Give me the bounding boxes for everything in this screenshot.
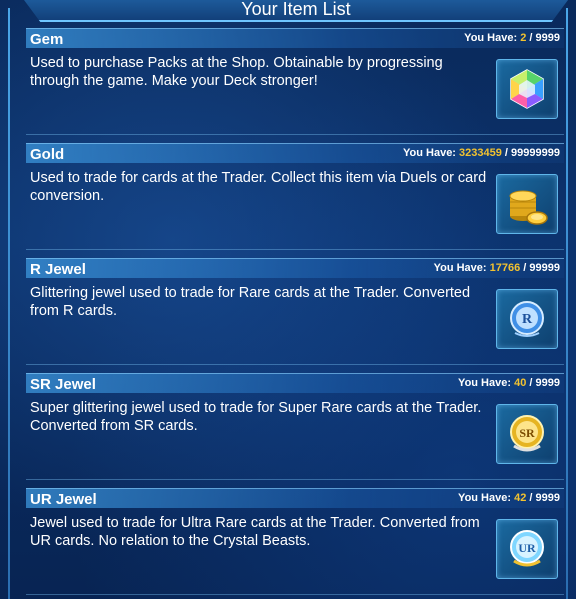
item-list: Gem You Have: 2 / 9999 Used to purchase …	[26, 24, 566, 599]
item-ur-jewel[interactable]: UR Jewel You Have: 42 / 9999 Jewel used …	[26, 484, 566, 599]
divider	[26, 364, 564, 365]
you-have-label: You Have:	[458, 377, 512, 389]
item-description: Used to trade for cards at the Trader. C…	[30, 170, 487, 204]
page-title: Your Item List	[24, 0, 568, 22]
current-count: 42	[514, 492, 527, 504]
frame-right-border	[566, 8, 568, 599]
you-have-label: You Have:	[433, 262, 487, 274]
item-description: Super glittering jewel used to trade for…	[30, 400, 482, 434]
current-count: 2	[520, 32, 527, 44]
item-header: UR Jewel You Have: 42 / 9999	[26, 488, 564, 508]
divider	[26, 249, 564, 250]
svg-text:UR: UR	[518, 541, 536, 555]
item-gem[interactable]: Gem You Have: 2 / 9999 Used to purchase …	[26, 24, 566, 139]
gem-icon	[496, 59, 558, 119]
item-sr-jewel[interactable]: SR Jewel You Have: 40 / 9999 Super glitt…	[26, 369, 566, 484]
you-have-label: You Have:	[458, 492, 512, 504]
item-r-jewel[interactable]: R Jewel You Have: 17766 / 99999 Glitteri…	[26, 254, 566, 369]
max-count: 9999	[535, 377, 560, 389]
svg-text:R: R	[522, 312, 533, 327]
divider	[26, 479, 564, 480]
you-have-label: You Have:	[403, 147, 456, 159]
max-count: 9999	[535, 32, 560, 44]
item-name: SR Jewel	[30, 376, 96, 393]
current-count: 40	[514, 377, 527, 389]
item-count: You Have: 2 / 9999	[464, 32, 560, 44]
item-count: You Have: 17766 / 99999	[433, 262, 560, 274]
item-count: You Have: 42 / 9999	[458, 492, 560, 504]
r-jewel-icon: R	[496, 289, 558, 349]
page-title-text: Your Item List	[241, 0, 351, 19]
ur-jewel-icon: UR	[496, 519, 558, 579]
max-count: 9999	[535, 492, 560, 504]
item-description: Used to purchase Packs at the Shop. Obta…	[30, 55, 443, 89]
item-count: You Have: 3233459 / 99999999	[403, 147, 560, 159]
item-header: Gem You Have: 2 / 9999	[26, 28, 564, 48]
item-description: Jewel used to trade for Ultra Rare cards…	[30, 515, 480, 549]
item-name: Gold	[30, 146, 65, 163]
max-count: 99999	[529, 262, 560, 274]
current-count: 3233459	[459, 147, 502, 159]
item-header: Gold You Have: 3233459 / 99999999	[26, 143, 564, 163]
you-have-label: You Have:	[464, 32, 518, 44]
item-header: R Jewel You Have: 17766 / 99999	[26, 258, 564, 278]
sr-jewel-icon: SR	[496, 404, 558, 464]
divider	[26, 134, 564, 135]
gold-coins-icon	[496, 174, 558, 234]
max-count: 99999999	[511, 147, 560, 159]
item-name: UR Jewel	[30, 491, 97, 508]
svg-text:SR: SR	[519, 426, 535, 440]
item-gold[interactable]: Gold You Have: 3233459 / 99999999 Used t…	[26, 139, 566, 254]
frame-left-border	[8, 8, 10, 599]
divider	[26, 594, 564, 595]
item-name: Gem	[30, 31, 64, 48]
current-count: 17766	[489, 262, 521, 274]
item-count: You Have: 40 / 9999	[458, 377, 560, 389]
item-description: Glittering jewel used to trade for Rare …	[30, 285, 471, 319]
item-header: SR Jewel You Have: 40 / 9999	[26, 373, 564, 393]
item-name: R Jewel	[30, 261, 86, 278]
